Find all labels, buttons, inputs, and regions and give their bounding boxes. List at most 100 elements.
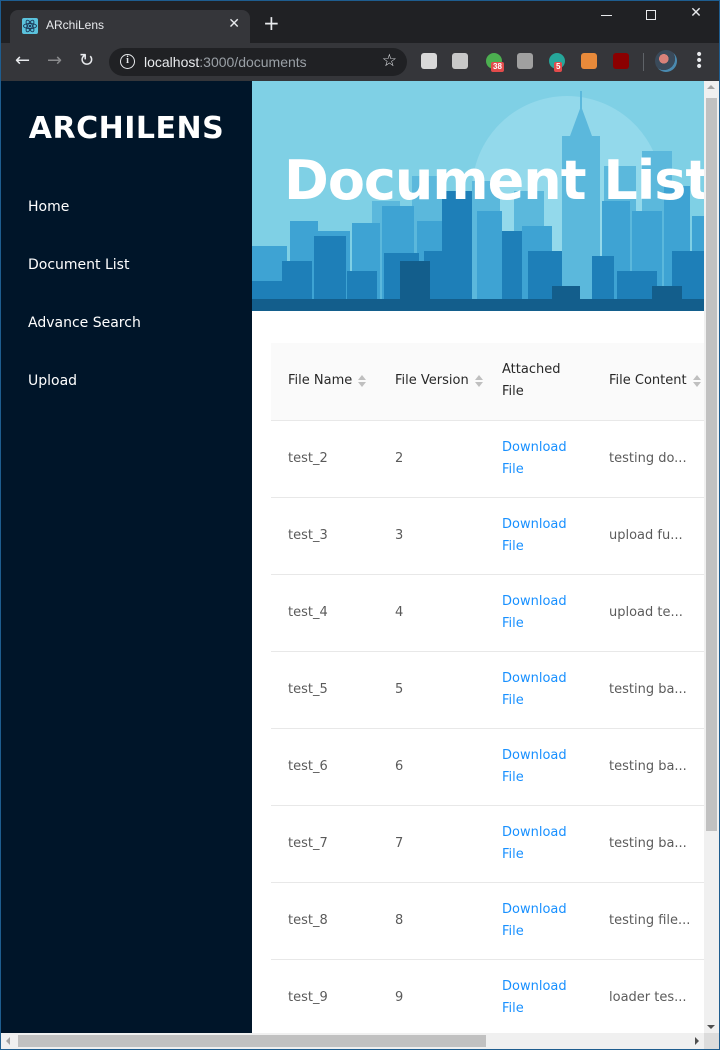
- address-bar[interactable]: i localhost:3000/documents ☆: [109, 48, 407, 76]
- browser-tab[interactable]: ARchiLens ✕: [10, 10, 250, 43]
- browser-window: ARchiLens ✕ + ✕ ← → ↻ i localhost:3000/d…: [0, 0, 720, 1050]
- download-file-link[interactable]: Download File: [502, 825, 567, 862]
- sidebar: ARCHILENS Home Document List Advance Sea…: [1, 81, 252, 1033]
- url-text[interactable]: localhost:3000/documents: [144, 54, 307, 70]
- download-file-link[interactable]: Download File: [502, 517, 567, 554]
- reload-icon[interactable]: ↻: [79, 51, 94, 71]
- download-file-link[interactable]: Download File: [502, 440, 567, 477]
- toolbar-divider: [643, 53, 644, 71]
- back-arrow-icon[interactable]: ←: [15, 51, 30, 71]
- page-viewport: ARCHILENS Home Document List Advance Sea…: [1, 81, 704, 1033]
- file-content-cell: testing ba...: [592, 805, 704, 883]
- info-icon[interactable]: i: [120, 54, 135, 69]
- browser-menu-icon[interactable]: • • •: [695, 48, 703, 74]
- column-header-file-name[interactable]: File Name: [271, 343, 378, 421]
- documents-table: File Name File Version Attached File Fil…: [271, 343, 704, 1033]
- scroll-left-icon[interactable]: [6, 1037, 10, 1045]
- file-version-cell: 9: [378, 959, 485, 1033]
- keepa-icon[interactable]: [517, 53, 533, 69]
- attached-file-cell: Download File: [485, 574, 592, 652]
- file-content-cell: upload fu...: [592, 497, 704, 575]
- scrollbar-corner: [704, 1033, 719, 1049]
- download-file-link[interactable]: Download File: [502, 748, 567, 785]
- column-label: File Version: [395, 373, 469, 389]
- sort-caret-icon[interactable]: [358, 374, 367, 387]
- table-row: test_5 5 Download File testing ba...: [271, 651, 704, 729]
- file-name-cell: test_7: [271, 805, 378, 883]
- column-header-file-content[interactable]: File Content: [592, 343, 704, 421]
- sort-caret-icon[interactable]: [474, 374, 483, 387]
- download-file-link[interactable]: Download File: [502, 594, 567, 631]
- new-tab-button[interactable]: +: [263, 13, 280, 33]
- anki-icon[interactable]: 5: [549, 53, 565, 72]
- scroll-up-icon[interactable]: [707, 85, 715, 89]
- horizontal-scrollbar[interactable]: [1, 1033, 704, 1049]
- minimize-icon: [600, 15, 612, 16]
- download-file-link[interactable]: Download File: [502, 979, 567, 1016]
- file-name-cell: test_3: [271, 497, 378, 575]
- extension-badge: 5: [554, 62, 563, 72]
- column-header-file-version[interactable]: File Version: [378, 343, 485, 421]
- close-window-button[interactable]: ✕: [681, 5, 711, 21]
- app-logo[interactable]: ARCHILENS: [1, 111, 252, 146]
- sort-caret-icon[interactable]: [692, 374, 701, 387]
- sidebar-item-document-list[interactable]: Document List: [28, 257, 129, 273]
- react-favicon-icon: [22, 18, 38, 34]
- sidebar-item-home[interactable]: Home: [28, 199, 69, 215]
- sidebar-item-upload[interactable]: Upload: [28, 373, 77, 389]
- bookmark-star-icon[interactable]: ☆: [382, 51, 397, 71]
- scroll-down-icon[interactable]: [707, 1025, 715, 1029]
- attached-file-cell: Download File: [485, 651, 592, 729]
- file-content-cell: testing do...: [592, 420, 704, 498]
- column-label: File Name: [288, 373, 353, 389]
- file-content-cell: testing file...: [592, 882, 704, 960]
- extension-badge: 38: [491, 62, 504, 72]
- file-name-cell: test_2: [271, 420, 378, 498]
- attached-file-cell: Download File: [485, 420, 592, 498]
- vertical-scrollbar[interactable]: [704, 81, 719, 1033]
- metamask-icon[interactable]: [581, 53, 597, 69]
- ublock-origin-icon[interactable]: [613, 53, 629, 69]
- maximize-button[interactable]: [636, 5, 666, 20]
- file-version-cell: 8: [378, 882, 485, 960]
- page-banner: Document List: [252, 81, 704, 311]
- download-file-link[interactable]: Download File: [502, 902, 567, 939]
- file-name-cell: test_4: [271, 574, 378, 652]
- file-name-cell: test_5: [271, 651, 378, 729]
- vertical-scroll-thumb[interactable]: [706, 98, 717, 831]
- url-path: :3000/documents: [199, 54, 307, 70]
- download-file-link[interactable]: Download File: [502, 671, 567, 708]
- table-row: test_8 8 Download File testing file...: [271, 882, 704, 960]
- toby-extension-icon[interactable]: [421, 53, 437, 69]
- file-version-cell: 3: [378, 497, 485, 575]
- table-row: test_4 4 Download File upload te...: [271, 574, 704, 652]
- column-header-attached-file: Attached File: [485, 343, 592, 421]
- table-row: test_9 9 Download File loader tes...: [271, 959, 704, 1033]
- table-row: test_3 3 Download File upload fu...: [271, 497, 704, 575]
- profile-avatar[interactable]: [655, 50, 677, 72]
- file-name-cell: test_6: [271, 728, 378, 806]
- scroll-right-icon[interactable]: [695, 1037, 699, 1045]
- sidebar-item-advance-search[interactable]: Advance Search: [28, 315, 141, 331]
- minimize-button[interactable]: [591, 5, 621, 16]
- title-bar: ARchiLens ✕ + ✕: [1, 1, 719, 43]
- table-row: test_6 6 Download File testing ba...: [271, 728, 704, 806]
- close-tab-icon[interactable]: ✕: [228, 16, 240, 32]
- chrome-remote-icon[interactable]: [452, 53, 468, 69]
- maximize-icon: [646, 10, 656, 20]
- file-version-cell: 7: [378, 805, 485, 883]
- url-host: localhost: [144, 54, 200, 70]
- browser-toolbar: ← → ↻ i localhost:3000/documents ☆ 38 5 •…: [1, 43, 719, 81]
- horizontal-scroll-thumb[interactable]: [18, 1035, 486, 1047]
- attached-file-cell: Download File: [485, 805, 592, 883]
- pushbullet-icon[interactable]: 38: [486, 53, 504, 72]
- attached-file-cell: Download File: [485, 497, 592, 575]
- column-label: Attached File: [502, 362, 561, 400]
- attached-file-cell: Download File: [485, 728, 592, 806]
- column-label: File Content: [609, 373, 687, 389]
- attached-file-cell: Download File: [485, 959, 592, 1033]
- table-row: test_2 2 Download File testing do...: [271, 420, 704, 498]
- table-row: test_7 7 Download File testing ba...: [271, 805, 704, 883]
- forward-arrow-icon[interactable]: →: [47, 51, 62, 71]
- page-title: Document List: [284, 149, 704, 212]
